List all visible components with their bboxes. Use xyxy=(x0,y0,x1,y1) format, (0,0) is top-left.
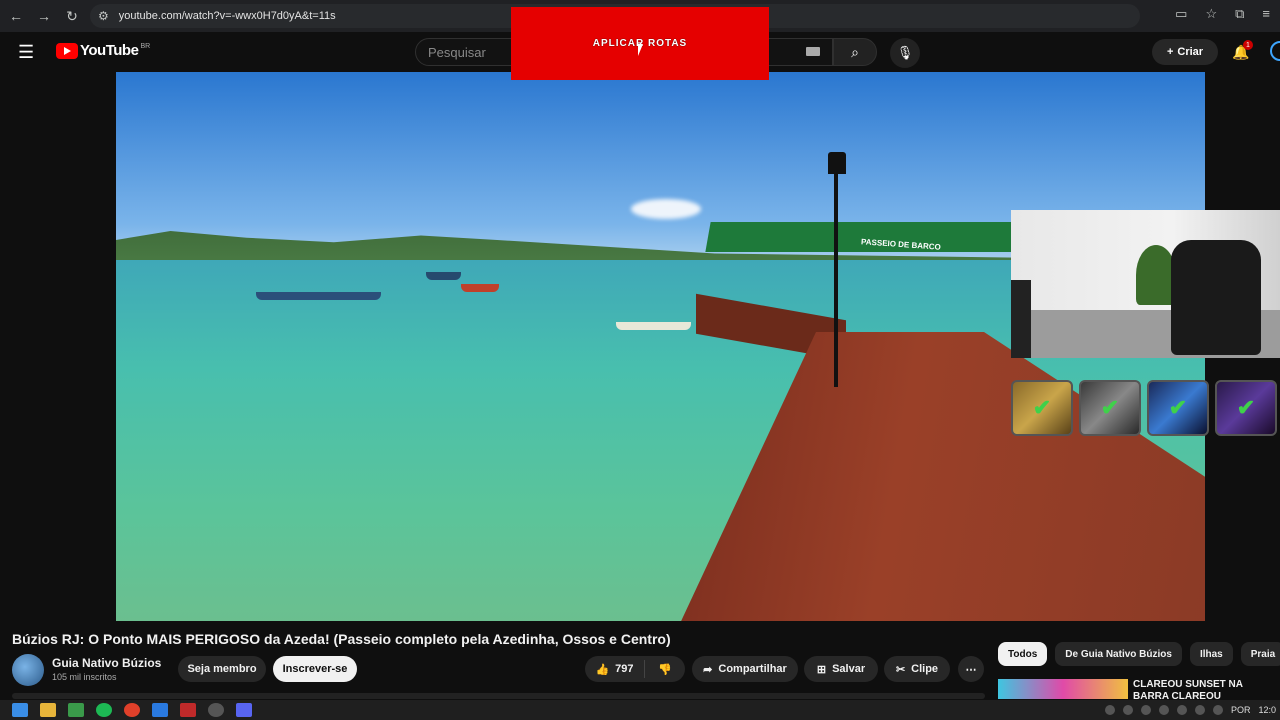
cast-icon[interactable]: ▭ xyxy=(1175,6,1187,22)
tray-icon[interactable] xyxy=(1140,705,1151,715)
file-explorer-icon[interactable] xyxy=(40,703,56,717)
check-icon[interactable]: ✔ xyxy=(1215,380,1277,436)
thumbs-down-icon: 👎 xyxy=(658,663,672,676)
language-indicator[interactable]: POR xyxy=(1231,705,1251,715)
subscriber-count: 105 mil inscritos xyxy=(52,672,117,682)
thumbs-up-icon: 👍 xyxy=(595,663,610,676)
keyboard-icon[interactable] xyxy=(806,47,820,56)
tray-icon[interactable] xyxy=(1122,705,1133,715)
url-text[interactable]: youtube.com/watch?v=-wwx0H7d0yA&t=11s xyxy=(119,10,336,22)
wifi-icon[interactable] xyxy=(1194,705,1205,715)
boat xyxy=(256,292,381,300)
app-icon[interactable] xyxy=(208,703,224,717)
create-label: Criar xyxy=(1177,46,1204,58)
windows-start-icon[interactable] xyxy=(12,703,28,717)
search-icon: ⌕ xyxy=(851,43,859,60)
voice-search-button[interactable]: 🎙 xyxy=(890,38,920,68)
cam-chair xyxy=(1171,240,1261,355)
save-label: Salvar xyxy=(832,663,866,675)
like-dislike-group: 👍 797 👎 xyxy=(585,656,685,682)
spotify-icon[interactable] xyxy=(96,703,112,717)
like-count: 797 xyxy=(615,663,634,675)
cam-plant xyxy=(1136,245,1176,305)
forward-arrow-icon[interactable]: → xyxy=(32,4,56,28)
webcam-overlay xyxy=(1011,210,1280,358)
system-tray: POR 12:0 xyxy=(1104,700,1280,720)
menu-icon[interactable]: ≡ xyxy=(1262,6,1270,22)
cam-desk-edge xyxy=(1011,280,1031,358)
app-icon[interactable] xyxy=(180,703,196,717)
reload-icon[interactable]: ↻ xyxy=(60,4,84,28)
dislike-button[interactable]: 👎 xyxy=(645,663,685,676)
microphone-icon: 🎙 xyxy=(896,45,914,60)
search-button[interactable]: ⌕ xyxy=(833,38,877,66)
app-icon[interactable] xyxy=(68,703,84,717)
join-label: Seja membro xyxy=(187,663,257,675)
volume-icon[interactable] xyxy=(1212,705,1223,715)
share-label: Compartilhar xyxy=(718,663,787,675)
chip-all[interactable]: Todos xyxy=(998,642,1048,666)
notification-badge: 1 xyxy=(1243,40,1253,50)
share-button[interactable]: ➦ Compartilhar xyxy=(692,656,798,682)
mouse-cursor-icon xyxy=(638,44,648,56)
lamp-head xyxy=(828,152,846,174)
subscribe-button[interactable]: Inscrever-se xyxy=(273,656,357,682)
hamburger-menu-icon[interactable]: ☰ xyxy=(18,42,38,62)
create-button[interactable]: + Criar xyxy=(1152,39,1218,65)
bookmark-star-icon[interactable]: ☆ xyxy=(1205,6,1217,22)
more-dots-icon: ⋯ xyxy=(965,663,977,676)
clip-button[interactable]: ✂ Clipe xyxy=(884,656,950,682)
check-icon[interactable]: ✔ xyxy=(1147,380,1209,436)
tray-icon[interactable] xyxy=(1104,705,1115,715)
youtube-play-icon xyxy=(56,42,78,59)
like-button[interactable]: 👍 797 xyxy=(585,660,645,678)
logo-text: YouTube xyxy=(80,42,139,59)
plus-icon: + xyxy=(1166,46,1174,58)
description-box[interactable] xyxy=(12,693,985,699)
more-actions-button[interactable]: ⋯ xyxy=(958,656,984,682)
filter-chips: Todos De Guia Nativo Búzios Ilhas Praia xyxy=(998,642,1280,666)
check-icon[interactable]: ✔ xyxy=(1011,380,1073,436)
subscribe-label: Inscrever-se xyxy=(282,663,348,675)
back-arrow-icon[interactable]: ← xyxy=(4,4,28,28)
check-icon[interactable]: ✔ xyxy=(1079,380,1141,436)
recommendation-title[interactable]: CLAREOU SUNSET NA BARRA CLAREOU xyxy=(1133,679,1280,699)
share-icon: ➦ xyxy=(703,663,713,676)
tray-icon[interactable] xyxy=(1158,705,1169,715)
browser-actions: ▭ ☆ ⧉ ≡ xyxy=(1175,6,1270,22)
site-info-icon[interactable]: ⚙ xyxy=(98,9,109,23)
youtube-logo[interactable]: YouTube BR xyxy=(56,42,150,59)
chrome-icon[interactable] xyxy=(124,703,140,717)
save-icon: ⊞ xyxy=(816,663,827,676)
tray-icon[interactable] xyxy=(1176,705,1187,715)
lamp-post xyxy=(834,157,838,387)
chip-from-channel[interactable]: De Guia Nativo Búzios xyxy=(1055,642,1182,666)
route-icons-strip: ✔ ✔ ✔ ✔ xyxy=(1011,380,1280,438)
video-cloud xyxy=(631,199,701,219)
channel-name[interactable]: Guia Nativo Búzios xyxy=(52,656,161,670)
discord-icon[interactable] xyxy=(236,703,252,717)
os-taskbar: POR 12:0 xyxy=(0,700,1280,720)
clock[interactable]: 12:0 xyxy=(1258,705,1276,715)
boat xyxy=(461,284,499,292)
clip-label: Clipe xyxy=(911,663,939,675)
scissors-icon: ✂ xyxy=(895,663,906,676)
join-button[interactable]: Seja membro xyxy=(178,656,266,682)
recommendation-thumbnail[interactable] xyxy=(998,679,1128,699)
video-title: Búzios RJ: O Ponto MAIS PERIGOSO da Azed… xyxy=(12,631,671,647)
chip-islands[interactable]: Ilhas xyxy=(1189,642,1233,666)
save-button[interactable]: ⊞ Salvar xyxy=(804,656,878,682)
boat xyxy=(426,272,461,280)
app-icon[interactable] xyxy=(152,703,168,717)
extensions-icon[interactable]: ⧉ xyxy=(1235,6,1244,22)
account-avatar[interactable] xyxy=(1270,41,1280,61)
chip-beach[interactable]: Praia xyxy=(1240,642,1280,666)
channel-avatar[interactable] xyxy=(12,654,44,686)
region-code: BR xyxy=(140,43,151,50)
boat xyxy=(616,322,691,330)
